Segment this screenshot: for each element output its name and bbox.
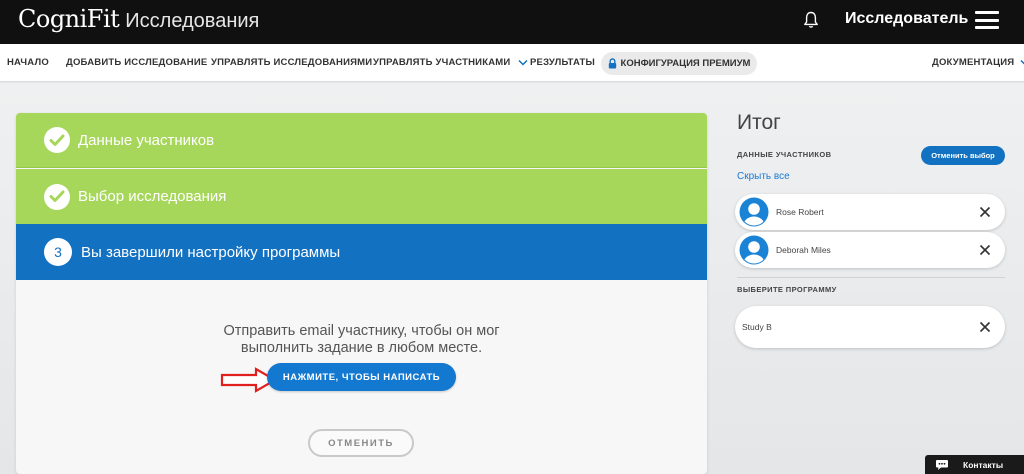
logo-subtitle: Исследования — [125, 10, 260, 32]
step-study-selection[interactable]: Выбор исследования — [16, 169, 707, 224]
participant-chip: Deborah Miles — [735, 232, 1005, 268]
nav-documentation[interactable]: ДОКУМЕНТАЦИЯ — [932, 44, 1024, 82]
nav-manage-participants-label: УПРАВЛЯТЬ УЧАСТНИКАМИ — [373, 57, 511, 68]
nav-results[interactable]: РЕЗУЛЬТАТЫ — [530, 44, 595, 82]
summary-title: Итог — [737, 111, 781, 134]
user-menu[interactable]: Исследователь — [845, 10, 968, 28]
top-bar: CogniFit Исследования Исследователь — [0, 0, 1024, 44]
avatar-icon — [739, 235, 769, 265]
participant-name: Deborah Miles — [776, 245, 831, 255]
step-label: Данные участников — [78, 131, 215, 149]
divider — [737, 277, 1005, 278]
participant-chip: Rose Robert — [735, 194, 1005, 230]
step-number-badge: 3 — [44, 238, 72, 266]
chevron-down-icon — [1020, 59, 1024, 65]
lock-icon — [608, 58, 616, 69]
nav-premium-label: КОНФИГУРАЦИЯ ПРЕМИУМ — [620, 58, 751, 69]
check-icon — [44, 183, 70, 210]
cancel-button[interactable]: ОТМЕНИТЬ — [308, 429, 414, 457]
hamburger-menu-icon[interactable] — [975, 11, 999, 29]
bell-icon[interactable] — [803, 11, 819, 29]
nav-premium-config[interactable]: КОНФИГУРАЦИЯ ПРЕМИУМ — [601, 52, 757, 75]
step-label: Выбор исследования — [78, 188, 227, 205]
main-nav: НАЧАЛО ДОБАВИТЬ ИССЛЕДОВАНИЕ УПРАВЛЯТЬ И… — [0, 44, 1024, 82]
chevron-down-icon — [518, 59, 528, 66]
step-setup-complete: 3 Вы завершили настройку программы — [16, 224, 707, 280]
send-email-message: Отправить email участнику, чтобы он мог … — [16, 323, 707, 357]
close-icon[interactable] — [979, 321, 991, 333]
chat-icon — [936, 459, 948, 470]
write-email-button[interactable]: НАЖМИТЕ, ЧТОБЫ НАПИСАТЬ — [267, 363, 456, 391]
step-participant-data[interactable]: Данные участников — [16, 113, 707, 168]
nav-manage-studies[interactable]: УПРАВЛЯТЬ ИССЛЕДОВАНИЯМИ — [211, 44, 372, 82]
nav-documentation-label: ДОКУМЕНТАЦИЯ — [932, 57, 1015, 68]
program-name: Study B — [742, 322, 772, 332]
check-icon — [44, 127, 70, 153]
contacts-label: Контакты — [963, 459, 1004, 470]
logo[interactable]: CogniFit Исследования — [18, 5, 259, 37]
program-chip: Study B — [735, 306, 1005, 348]
avatar-icon — [739, 197, 769, 227]
participants-section-label: ДАННЫЕ УЧАСТНИКОВ — [737, 150, 832, 159]
message-line-1: Отправить email участнику, чтобы он мог — [223, 323, 500, 339]
participant-name: Rose Robert — [776, 207, 824, 217]
nav-manage-participants[interactable]: УПРАВЛЯТЬ УЧАСТНИКАМИ — [373, 44, 528, 82]
close-icon[interactable] — [979, 206, 991, 218]
hide-all-link[interactable]: Скрыть все — [737, 171, 790, 182]
nav-add-study[interactable]: ДОБАВИТЬ ИССЛЕДОВАНИЕ — [66, 44, 207, 82]
close-icon[interactable] — [979, 244, 991, 256]
message-line-2: выполнить задание в любом месте. — [240, 340, 483, 356]
step-label: Вы завершили настройку программы — [81, 243, 341, 261]
logo-brand: CogniFit — [18, 5, 120, 33]
nav-home[interactable]: НАЧАЛО — [7, 44, 49, 82]
program-section-label: ВЫБЕРИТЕ ПРОГРАММУ — [737, 285, 837, 294]
contacts-tab[interactable]: Контакты — [925, 455, 1024, 474]
setup-wizard: Данные участников Выбор исследования 3 В… — [16, 113, 707, 474]
deselect-button[interactable]: Отменить выбор — [921, 146, 1005, 165]
